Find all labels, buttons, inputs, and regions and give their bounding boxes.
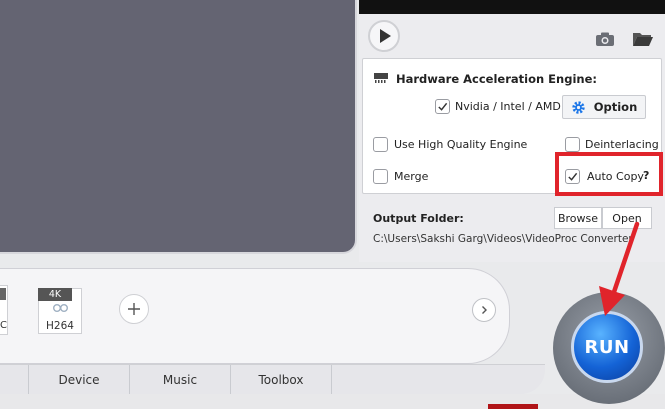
plus-icon [128, 303, 140, 315]
browse-button[interactable]: Browse [554, 207, 602, 229]
checkmark-icon [438, 102, 448, 111]
browse-label: Browse [557, 211, 599, 225]
high-quality-label: Use High Quality Engine [394, 138, 528, 151]
deinterlacing-checkbox[interactable] [565, 137, 580, 152]
open-button[interactable]: Open [602, 207, 652, 229]
gpu-checkbox[interactable] [435, 99, 450, 114]
folder-icon[interactable] [632, 31, 654, 47]
option-button[interactable]: Option [562, 95, 646, 119]
option-label: Option [593, 100, 638, 114]
video-strip [359, 0, 665, 14]
gear-icon [572, 100, 585, 114]
merge-label: Merge [394, 170, 429, 183]
tab-toolbox[interactable]: Toolbox [230, 365, 332, 395]
clip-badge-partial [0, 288, 6, 300]
settings-box: Hardware Acceleration Engine: Nvidia / I… [362, 58, 663, 196]
high-quality-checkbox[interactable] [373, 137, 388, 152]
merge-checkbox[interactable] [373, 169, 388, 184]
tab-device[interactable]: Device [28, 365, 129, 395]
chevron-right-icon [482, 306, 487, 314]
tab-music[interactable]: Music [129, 365, 230, 395]
output-folder-label: Output Folder: [373, 212, 464, 225]
taskbar-strip [488, 404, 538, 409]
play-button[interactable] [368, 20, 400, 52]
next-clips-button[interactable] [472, 298, 496, 322]
clip-codec: H264 [46, 320, 74, 332]
gpu-label: Nvidia / Intel / AMD [455, 100, 561, 113]
play-icon [380, 29, 391, 43]
clip-codec-partial: C [0, 320, 7, 331]
video-preview-area [0, 0, 357, 254]
open-label: Open [612, 211, 642, 225]
output-folder-path: C:\Users\Sakshi Garg\Videos\VideoProc Co… [373, 233, 633, 245]
add-clip-button[interactable] [119, 294, 149, 324]
run-button[interactable]: RUN [571, 311, 643, 383]
tab-bar: Device Music Toolbox [0, 364, 545, 395]
hardware-engine-title: Hardware Acceleration Engine: [396, 72, 597, 86]
deinterlacing-label: Deinterlacing [585, 138, 659, 151]
film-icon [53, 304, 68, 312]
highlight-box [555, 152, 663, 196]
camera-icon[interactable] [595, 31, 615, 47]
bottom-edge [0, 394, 665, 409]
clip-resolution-badge: 4K [38, 288, 72, 301]
chip-icon [374, 73, 388, 83]
